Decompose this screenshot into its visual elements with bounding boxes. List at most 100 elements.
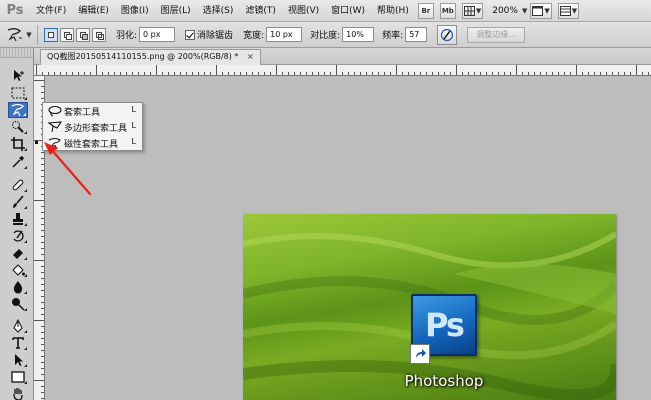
- ruler-tick: [180, 72, 181, 75]
- width-input[interactable]: 10 px: [266, 27, 303, 42]
- ruler-tick: [378, 72, 379, 75]
- ruler-tick: [78, 72, 79, 75]
- ruler-tick: [41, 242, 44, 243]
- ruler-tick: [41, 98, 44, 99]
- lasso-tool[interactable]: [8, 102, 28, 118]
- flyout-item-label: 套索工具: [64, 107, 101, 118]
- menu-help[interactable]: 帮助(H): [371, 0, 415, 22]
- extras-button[interactable]: ▼: [461, 2, 484, 19]
- refine-edge-button[interactable]: 调整边缘...: [467, 26, 525, 43]
- flyout-item-lasso[interactable]: 套索工具 L: [43, 103, 142, 119]
- ruler-tick: [192, 72, 193, 75]
- close-icon[interactable]: ×: [247, 52, 254, 61]
- tablet-pressure-button[interactable]: [437, 24, 458, 45]
- ruler-tick: [336, 65, 337, 75]
- ruler-tick: [41, 332, 44, 333]
- ruler-tick: [34, 320, 44, 321]
- pen-pressure-icon: [441, 28, 454, 41]
- ruler-tick: [41, 326, 44, 327]
- ruler-tick: [41, 254, 44, 255]
- ruler-tick: [348, 72, 349, 75]
- document-tab[interactable]: QQ截图20150514110155.png @ 200%(RGB/8) * ×: [40, 49, 261, 65]
- toolbox-grip[interactable]: [0, 48, 33, 58]
- ruler-tick: [546, 72, 547, 75]
- shortcut-key: L: [131, 137, 136, 146]
- ruler-tick: [41, 248, 44, 249]
- menu-edit[interactable]: 编辑(E): [72, 0, 115, 22]
- ps-logo: Ps: [6, 3, 24, 18]
- crop-tool[interactable]: [8, 136, 28, 152]
- arrange-icon: [559, 5, 571, 16]
- marquee-tool[interactable]: [8, 85, 28, 101]
- minibridge-button[interactable]: Mb: [439, 2, 456, 19]
- toolbox: [0, 48, 34, 400]
- bridge-button[interactable]: Br: [417, 2, 434, 19]
- menu-view[interactable]: 视图(V): [282, 0, 325, 22]
- photoshop-shortcut-label[interactable]: Photoshop: [389, 372, 499, 390]
- intersect-selection-icon[interactable]: [92, 27, 106, 42]
- ruler-tick: [582, 72, 583, 75]
- antialias-checkbox[interactable]: [185, 29, 196, 40]
- menu-file[interactable]: 文件(F): [30, 0, 72, 22]
- hand-tool[interactable]: [8, 386, 28, 400]
- options-bar: ▼ 羽化: 0 px 消除锯齿 宽度: 10 px 对比度: 10% 频率: 5…: [0, 22, 651, 48]
- shortcut-key: L: [131, 105, 136, 114]
- blur-tool[interactable]: [8, 279, 28, 295]
- lasso-icon: [48, 105, 62, 117]
- ruler-tick: [576, 65, 577, 75]
- pen-tool[interactable]: [8, 318, 28, 334]
- ruler-tick: [366, 72, 367, 75]
- ruler-tick: [264, 72, 265, 75]
- ruler-tick: [60, 72, 61, 75]
- ruler-tick: [480, 72, 481, 75]
- ruler-tick: [114, 72, 115, 75]
- ruler-tick: [432, 72, 433, 75]
- brush-tool[interactable]: [8, 194, 28, 210]
- ruler-tick: [588, 72, 589, 75]
- menu-filter[interactable]: 滤镜(T): [239, 0, 282, 22]
- path-selection-tool[interactable]: [8, 352, 28, 368]
- ruler-tick: [414, 72, 415, 75]
- menu-layer[interactable]: 图层(L): [155, 0, 197, 22]
- ruler-tick: [426, 72, 427, 75]
- ruler-tick: [41, 284, 44, 285]
- quick-selection-tool[interactable]: [8, 119, 28, 135]
- flyout-item-polygonal-lasso[interactable]: 多边形套索工具 L: [43, 119, 142, 135]
- frequency-input[interactable]: 57: [405, 27, 428, 42]
- history-brush-tool[interactable]: [8, 228, 28, 244]
- ruler-tick: [648, 72, 649, 75]
- ruler-tick: [41, 344, 44, 345]
- menu-image[interactable]: 图像(I): [115, 0, 155, 22]
- arrange-button[interactable]: ▼: [557, 2, 580, 19]
- feather-input[interactable]: 0 px: [139, 27, 176, 42]
- ruler-tick: [186, 72, 187, 75]
- ruler-tick: [522, 72, 523, 75]
- clone-stamp-tool[interactable]: [8, 211, 28, 227]
- chevron-down-icon[interactable]: ▼: [522, 7, 527, 15]
- screen-mode-button[interactable]: ▼: [530, 2, 552, 19]
- ruler-tick: [456, 65, 457, 75]
- ruler-tick: [600, 72, 601, 75]
- healing-brush-tool[interactable]: [8, 177, 28, 193]
- zoom-level[interactable]: 200%: [492, 6, 518, 16]
- ruler-tick: [408, 72, 409, 75]
- add-selection-icon[interactable]: [60, 27, 74, 42]
- menu-window[interactable]: 窗口(W): [325, 0, 371, 22]
- tool-preset-picker[interactable]: ▼: [0, 24, 38, 45]
- ruler-tick: [41, 398, 44, 399]
- new-selection-icon[interactable]: [44, 27, 58, 42]
- stamp-icon: [13, 213, 23, 225]
- move-tool[interactable]: [8, 68, 28, 84]
- dodge-tool[interactable]: [8, 296, 28, 312]
- eyedropper-tool[interactable]: [8, 154, 28, 170]
- subtract-selection-icon[interactable]: [76, 27, 90, 42]
- paint-bucket-tool[interactable]: [8, 262, 28, 278]
- contrast-input[interactable]: 10%: [342, 27, 375, 42]
- type-tool[interactable]: [8, 335, 28, 351]
- horizontal-ruler[interactable]: [34, 65, 651, 76]
- rectangle-icon: [11, 371, 25, 383]
- ruler-tick: [41, 308, 44, 309]
- eraser-tool[interactable]: [8, 245, 28, 261]
- shape-tool[interactable]: [8, 369, 28, 385]
- menu-select[interactable]: 选择(S): [197, 0, 240, 22]
